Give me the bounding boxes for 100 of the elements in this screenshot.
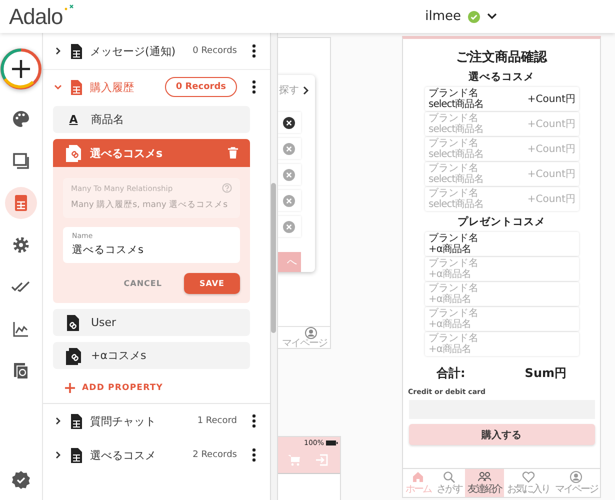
record-count[interactable]: 0 Records bbox=[164, 77, 237, 97]
property-header[interactable]: 選べるコスメs bbox=[53, 139, 250, 167]
product-name: +α商品名 bbox=[428, 269, 472, 280]
settings-icon[interactable] bbox=[11, 235, 31, 255]
more-icon[interactable] bbox=[252, 80, 256, 94]
section-title: プレゼントコスメ bbox=[458, 215, 546, 229]
trash-icon[interactable] bbox=[228, 147, 238, 159]
product-card[interactable]: ブランド名 select商品名 +Count円 bbox=[424, 162, 578, 186]
property-row[interactable]: +αコスメs bbox=[53, 342, 250, 369]
scrollbar-thumb[interactable] bbox=[271, 183, 276, 333]
product-card[interactable]: ブランド名 select商品名 +Count円 bbox=[424, 87, 578, 111]
product-card[interactable]: ブランド名 +α商品名 bbox=[424, 332, 578, 356]
product-name: select商品名 bbox=[428, 149, 484, 160]
brand-name: ブランド名 bbox=[428, 138, 480, 149]
more-icon[interactable] bbox=[252, 448, 256, 462]
heart-icon bbox=[522, 471, 535, 483]
nav-tab[interactable]: お気に入り bbox=[504, 469, 552, 497]
more-icon[interactable] bbox=[252, 414, 256, 428]
popover-title[interactable]: 探す bbox=[279, 83, 299, 97]
chevron-right-icon[interactable] bbox=[303, 86, 309, 94]
total-label: 合計: bbox=[436, 365, 466, 382]
chevron-right-icon[interactable] bbox=[54, 47, 62, 55]
logo-text: Adalo bbox=[9, 4, 63, 30]
brand-name: ブランド名 bbox=[428, 233, 478, 244]
table-icon bbox=[69, 446, 83, 464]
nav-tab[interactable]: マイページ bbox=[552, 469, 600, 497]
property-row[interactable]: A 商品名 bbox=[53, 106, 250, 133]
check-badge-icon[interactable] bbox=[11, 470, 31, 490]
product-name: +α商品名 bbox=[428, 319, 472, 330]
add-property-button[interactable]: ADD PROPERTY bbox=[53, 375, 164, 397]
product-name: select商品名 bbox=[428, 124, 484, 135]
collection-name[interactable]: 選べるコスメ bbox=[90, 448, 186, 462]
cancel-button[interactable]: CANCEL bbox=[120, 275, 166, 292]
battery-icon bbox=[326, 440, 338, 446]
add-button[interactable] bbox=[0, 48, 42, 90]
account-icon[interactable] bbox=[305, 327, 317, 339]
relationship-text: Many 購入履歴s, many 選べるコスメs bbox=[71, 199, 229, 211]
brand-name: ブランド名 bbox=[428, 163, 480, 174]
brand-name: ブランド名 bbox=[428, 333, 478, 344]
product-name: select商品名 bbox=[428, 99, 484, 110]
link-documents-icon bbox=[65, 144, 82, 162]
product-card[interactable]: ブランド名 +α商品名 bbox=[424, 282, 578, 306]
chart-icon[interactable] bbox=[11, 319, 31, 339]
collection-name[interactable]: 質問チャット bbox=[90, 414, 190, 428]
search-icon bbox=[442, 471, 456, 483]
account-icon bbox=[570, 471, 583, 483]
brand-name: ブランド名 bbox=[428, 88, 480, 99]
record-count[interactable]: 1 Record bbox=[197, 416, 237, 426]
chevron-right-icon[interactable] bbox=[54, 417, 62, 425]
palette-icon[interactable] bbox=[11, 109, 31, 129]
table-icon bbox=[69, 412, 83, 430]
brand-name: ブランド名 bbox=[428, 113, 480, 124]
chevron-down-icon[interactable] bbox=[487, 13, 497, 20]
tab-label[interactable]: マイページ bbox=[282, 339, 327, 349]
product-card[interactable]: ブランド名 +α商品名 bbox=[424, 307, 578, 331]
brand-name: ブランド名 bbox=[428, 283, 478, 294]
table-icon bbox=[69, 42, 83, 60]
table-icon bbox=[69, 78, 83, 96]
link-documents-icon bbox=[65, 346, 82, 364]
product-name: +α商品名 bbox=[428, 294, 472, 305]
record-count[interactable]: 0 Records bbox=[192, 46, 237, 56]
brand-name: ブランド名 bbox=[428, 308, 478, 319]
field-value: 選べるコスメs bbox=[72, 243, 144, 257]
link-document-icon bbox=[65, 314, 82, 332]
section-title: 選べるコスメ bbox=[468, 70, 534, 84]
collection-name[interactable]: 購入履歴 bbox=[90, 80, 158, 94]
product-card[interactable]: ブランド名 select商品名 +Count円 bbox=[424, 112, 578, 136]
home-icon bbox=[412, 471, 425, 483]
product-name: select商品名 bbox=[428, 174, 484, 185]
collection-name[interactable]: メッセージ(通知) bbox=[90, 44, 186, 58]
more-icon[interactable] bbox=[252, 44, 256, 58]
people-icon bbox=[478, 471, 492, 483]
nav-tab[interactable]: さがす bbox=[434, 469, 465, 497]
screen-title: ご注文商品確認 bbox=[456, 48, 547, 66]
text-type-icon: A bbox=[65, 113, 82, 126]
remove-icon[interactable] bbox=[283, 116, 295, 128]
property-row[interactable]: User bbox=[53, 309, 250, 336]
logo-sparkle-icon bbox=[64, 4, 74, 12]
product-card[interactable]: ブランド名 +α商品名 bbox=[424, 257, 578, 281]
price: +Count円 bbox=[527, 193, 576, 206]
product-card[interactable]: ブランド名 select商品名 +Count円 bbox=[424, 137, 578, 161]
product-name: +α商品名 bbox=[428, 244, 472, 255]
plus-icon bbox=[65, 383, 75, 393]
product-card[interactable]: ブランド名 +α商品名 bbox=[424, 232, 578, 256]
total-value: Sum円 bbox=[524, 365, 566, 382]
product-name: select商品名 bbox=[428, 199, 484, 210]
screens-icon[interactable] bbox=[11, 151, 31, 171]
scrollbar[interactable] bbox=[270, 33, 277, 500]
price: +Count円 bbox=[527, 93, 576, 106]
price: +Count円 bbox=[527, 118, 576, 131]
product-name: +α商品名 bbox=[428, 344, 472, 355]
chevron-right-icon[interactable] bbox=[54, 451, 62, 459]
purchase-button[interactable]: 購入する bbox=[408, 424, 594, 445]
product-card[interactable]: ブランド名 select商品名 +Count円 bbox=[424, 187, 578, 211]
price: +Count円 bbox=[527, 168, 576, 181]
price: +Count円 bbox=[527, 143, 576, 156]
nav-tab[interactable]: 友達紹介 bbox=[464, 469, 504, 497]
user-name[interactable]: ilmee bbox=[425, 9, 461, 24]
record-count[interactable]: 2 Records bbox=[192, 450, 237, 460]
save-button[interactable]: SAVE bbox=[184, 273, 240, 294]
